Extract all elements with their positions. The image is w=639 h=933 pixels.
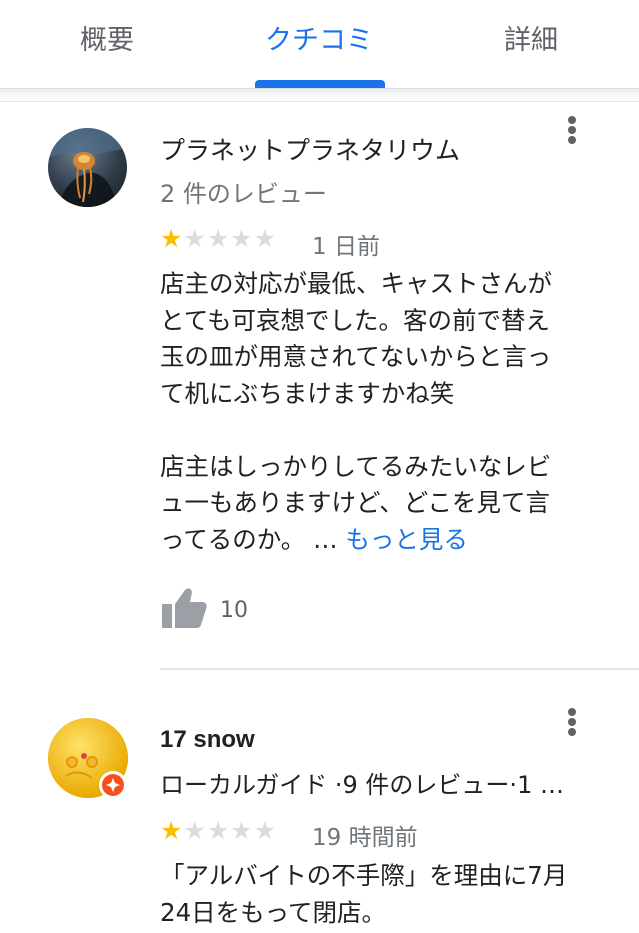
star-empty-icon: ★ [183, 224, 206, 253]
reviewer-name[interactable]: 17 snow [160, 726, 255, 754]
header-divider [0, 101, 639, 102]
star-rating: ★ ★ ★ ★ ★ [160, 817, 276, 845]
star-rating: ★ ★ ★ ★ ★ [160, 225, 276, 253]
star-filled-icon: ★ [160, 816, 183, 845]
star-filled-icon: ★ [160, 224, 183, 253]
see-more-link[interactable]: もっと見る [345, 525, 468, 554]
like-count: 10 [220, 598, 248, 623]
star-empty-icon: ★ [253, 816, 277, 845]
review-text: 「アルバイトの不手際」を理由に7月 24日をもって閉店。 [160, 861, 568, 927]
more-options-button[interactable] [557, 114, 587, 154]
jellyfish-photo-icon [48, 128, 127, 207]
review-text: 店主の対応が最低、キャストさんが とても可哀想でした。客の前で替え 玉の皿が用意… [160, 266, 600, 558]
review-date: 1 日前 [312, 234, 380, 260]
more-vert-icon [568, 116, 576, 144]
reviewer-review-count[interactable]: 2 件のレビュー [160, 174, 327, 209]
more-options-button[interactable] [557, 706, 587, 746]
thumb-up-icon [162, 588, 207, 628]
reviewer-avatar[interactable] [48, 718, 128, 799]
tab-bar: 概要 クチコミ 詳細 [0, 0, 639, 89]
header-shadow [0, 89, 639, 101]
star-empty-icon: ★ [206, 224, 230, 253]
reviewer-avatar[interactable] [48, 128, 127, 207]
review-ellipsis: … [313, 524, 338, 554]
review-date: 19 時間前 [312, 825, 418, 851]
star-empty-icon: ★ [206, 816, 230, 845]
star-empty-icon: ★ [183, 816, 206, 845]
local-guide-badge-icon [99, 771, 127, 799]
like-button[interactable] [160, 586, 208, 630]
review-divider [160, 668, 639, 670]
star-empty-icon: ★ [230, 816, 253, 845]
star-empty-icon: ★ [230, 224, 253, 253]
tab-details[interactable]: 詳細 [431, 18, 631, 57]
reviewer-name[interactable]: プラネットプラネタリウム [160, 131, 460, 167]
tab-reviews[interactable]: クチコミ [219, 18, 419, 57]
more-vert-icon [568, 708, 576, 736]
reviewer-meta[interactable]: ローカルガイド ·9 件のレビュー·1 … [160, 765, 564, 800]
review-body: 店主の対応が最低、キャストさんが とても可哀想でした。客の前で替え 玉の皿が用意… [160, 269, 552, 554]
tab-overview[interactable]: 概要 [7, 18, 207, 57]
star-empty-icon: ★ [253, 224, 277, 253]
active-tab-indicator [255, 80, 385, 88]
